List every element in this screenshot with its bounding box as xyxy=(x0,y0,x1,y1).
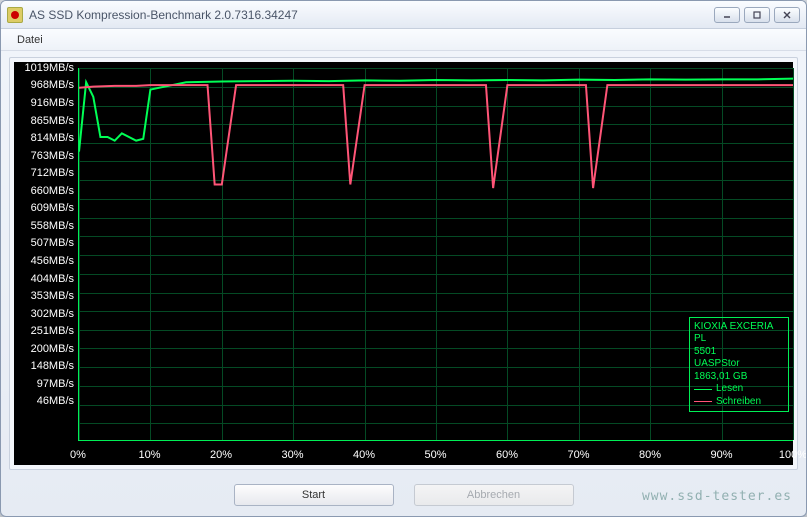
legend-write-label: Schreiben xyxy=(716,396,761,409)
button-row: Start Abbrechen xyxy=(1,484,806,506)
y-tick: 507MB/s xyxy=(31,237,74,249)
y-tick: 1019MB/s xyxy=(24,62,74,74)
y-tick: 148MB/s xyxy=(31,360,74,372)
y-tick: 97MB/s xyxy=(37,378,74,390)
x-tick: 50% xyxy=(424,449,446,461)
series-lesen xyxy=(79,79,793,152)
x-tick: 100% xyxy=(779,449,807,461)
abort-button[interactable]: Abbrechen xyxy=(414,484,574,506)
y-tick: 865MB/s xyxy=(31,115,74,127)
titlebar: AS SSD Kompression-Benchmark 2.0.7316.34… xyxy=(1,1,806,29)
maximize-button[interactable] xyxy=(744,7,770,23)
legend-write-swatch xyxy=(694,401,712,402)
minimize-button[interactable] xyxy=(714,7,740,23)
x-tick: 70% xyxy=(567,449,589,461)
y-tick: 609MB/s xyxy=(31,202,74,214)
app-icon xyxy=(7,7,23,23)
window-title: AS SSD Kompression-Benchmark 2.0.7316.34… xyxy=(29,8,714,22)
app-window: AS SSD Kompression-Benchmark 2.0.7316.34… xyxy=(0,0,807,517)
legend-device-line1: KIOXIA EXCERIA PL xyxy=(694,321,784,346)
legend-write-row: Schreiben xyxy=(694,396,784,409)
menu-file[interactable]: Datei xyxy=(9,31,51,49)
y-tick: 660MB/s xyxy=(31,185,74,197)
window-controls xyxy=(714,7,800,23)
legend-read-swatch xyxy=(694,389,712,390)
y-tick: 814MB/s xyxy=(31,132,74,144)
chart-series xyxy=(79,68,793,440)
legend-device-line2: 5501 xyxy=(694,346,784,359)
y-tick: 763MB/s xyxy=(31,150,74,162)
y-tick: 302MB/s xyxy=(31,308,74,320)
x-tick: 60% xyxy=(496,449,518,461)
x-tick: 10% xyxy=(138,449,160,461)
x-tick: 30% xyxy=(281,449,303,461)
legend-read-label: Lesen xyxy=(716,383,743,396)
legend-box: KIOXIA EXCERIA PL 5501 UASPStor 1863,01 … xyxy=(689,317,789,413)
x-tick: 0% xyxy=(70,449,86,461)
chart-panel: 46MB/s 97MB/s 148MB/s 200MB/s 251MB/s 302MB/s… xyxy=(9,57,798,470)
y-tick: 558MB/s xyxy=(31,220,74,232)
chart-area: 46MB/s 97MB/s 148MB/s 200MB/s 251MB/s 302MB/s… xyxy=(14,62,793,465)
close-button[interactable] xyxy=(774,7,800,23)
y-tick: 46MB/s xyxy=(37,395,74,407)
y-tick: 712MB/s xyxy=(31,167,74,179)
series-schreiben xyxy=(79,85,793,188)
y-tick: 251MB/s xyxy=(31,325,74,337)
plot-area: KIOXIA EXCERIA PL 5501 UASPStor 1863,01 … xyxy=(78,68,793,441)
x-tick: 40% xyxy=(353,449,375,461)
x-tick: 20% xyxy=(210,449,232,461)
y-tick: 968MB/s xyxy=(31,79,74,91)
y-tick: 456MB/s xyxy=(31,255,74,267)
start-button[interactable]: Start xyxy=(234,484,394,506)
y-tick: 404MB/s xyxy=(31,273,74,285)
menubar: Datei xyxy=(1,29,806,51)
legend-read-row: Lesen xyxy=(694,383,784,396)
y-axis: 46MB/s 97MB/s 148MB/s 200MB/s 251MB/s 302MB/s… xyxy=(14,62,78,441)
y-tick: 353MB/s xyxy=(31,290,74,302)
legend-capacity: 1863,01 GB xyxy=(694,371,784,384)
legend-driver: UASPStor xyxy=(694,358,784,371)
x-tick: 80% xyxy=(639,449,661,461)
grid-line-v xyxy=(793,68,794,440)
y-tick: 916MB/s xyxy=(31,97,74,109)
y-tick: 200MB/s xyxy=(31,343,74,355)
x-tick: 90% xyxy=(710,449,732,461)
